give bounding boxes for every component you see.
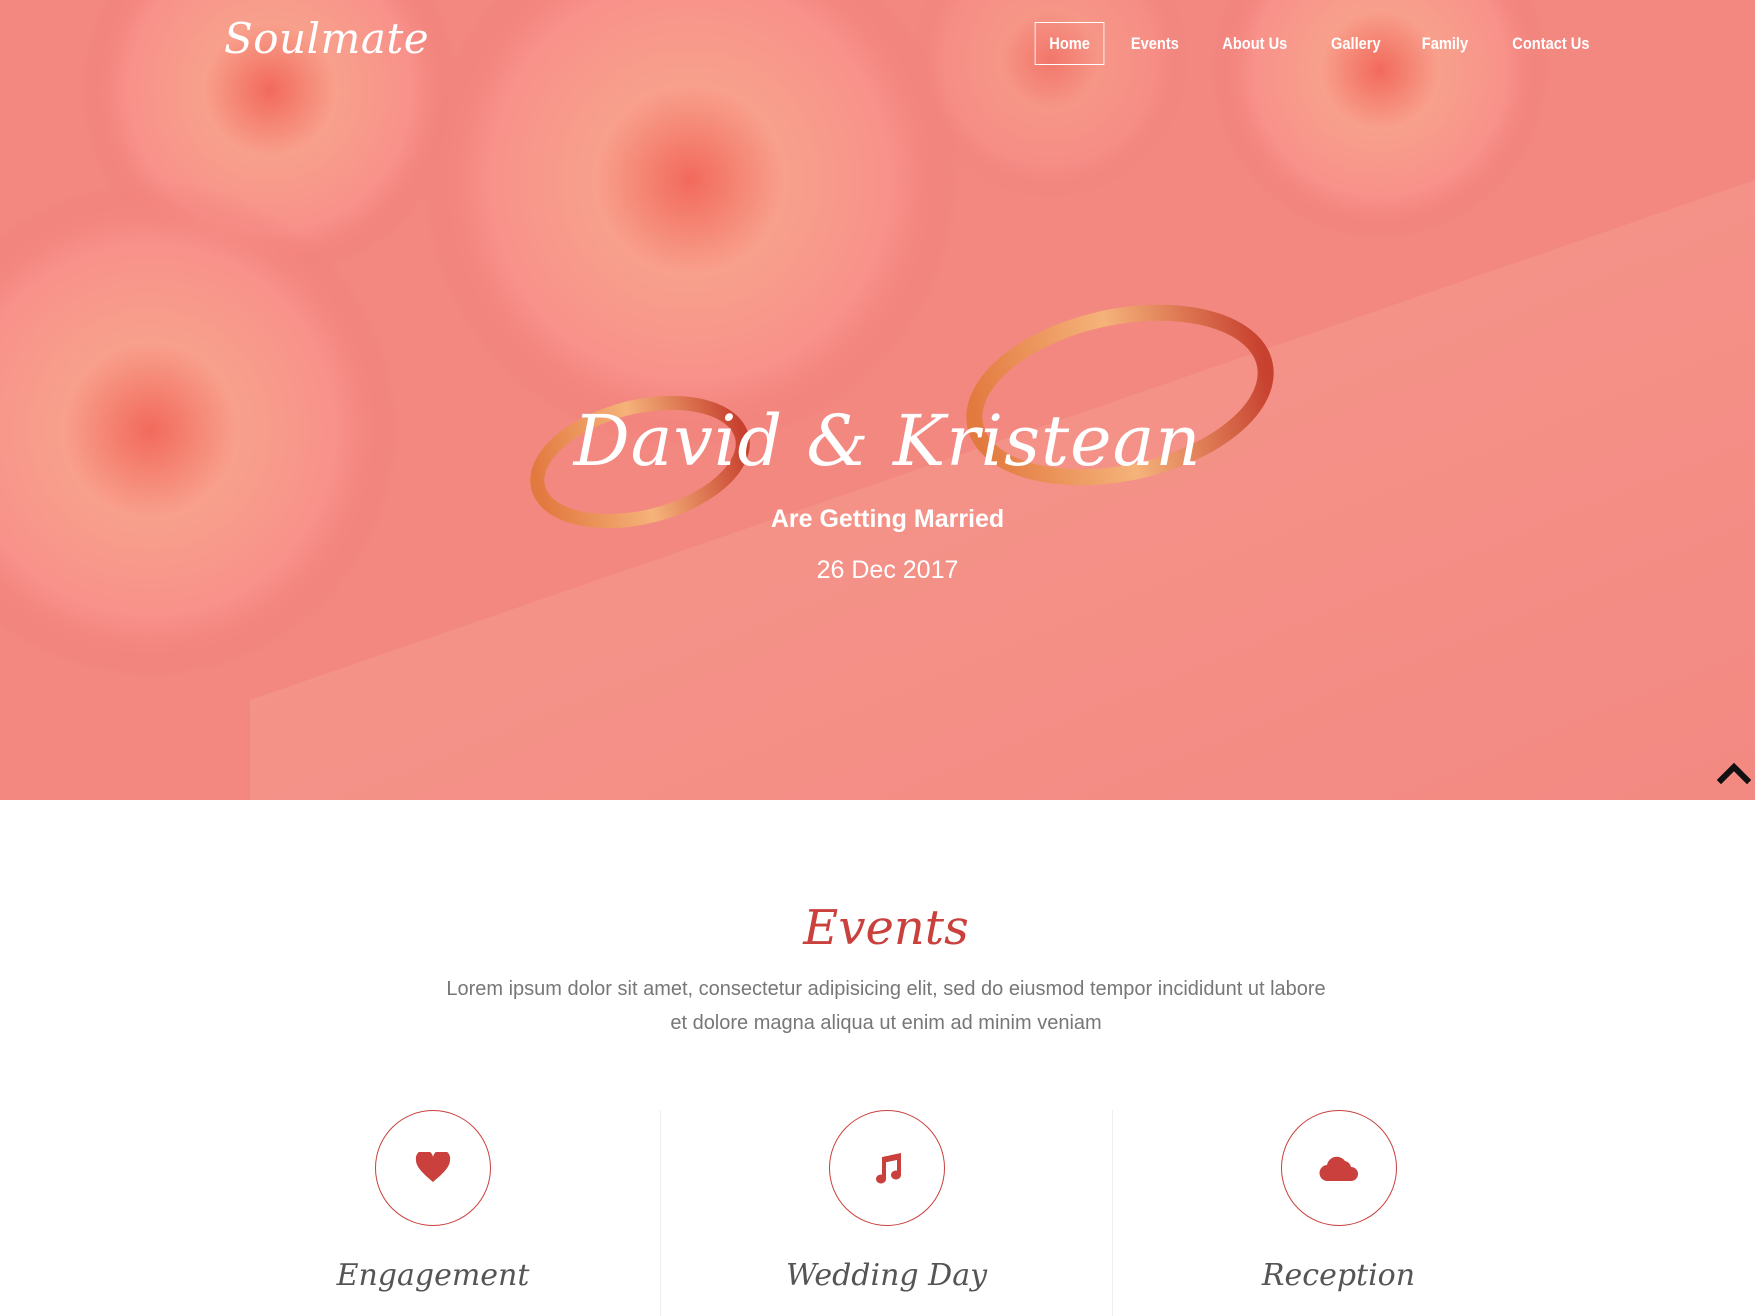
music-note-icon: [876, 1153, 901, 1184]
event-label: Wedding Day: [785, 1258, 988, 1293]
event-card-engagement: Engagement: [207, 1110, 659, 1316]
hero-title: David & Kristean: [573, 400, 1202, 482]
hero-subtitle: Are Getting Married: [770, 505, 1005, 533]
event-label: Engagement: [336, 1258, 530, 1293]
event-card-reception: Reception: [1112, 1110, 1564, 1316]
events-description: Lorem ipsum dolor sit amet, consectetur …: [446, 978, 1326, 1034]
nav-item-home[interactable]: Home: [1034, 22, 1105, 65]
heart-icon: [415, 1152, 451, 1182]
events-title: Events: [803, 900, 969, 956]
scroll-to-top-button[interactable]: [1716, 758, 1752, 786]
nav-item-family[interactable]: Family: [1407, 22, 1483, 65]
site-logo[interactable]: Soulmate: [224, 14, 429, 63]
chevron-up-icon: [1716, 762, 1752, 785]
event-icon-circle[interactable]: [1281, 1110, 1397, 1226]
hero-date: 26 Dec 2017: [816, 556, 959, 584]
nav-item-about-us[interactable]: About Us: [1208, 22, 1302, 65]
cloud-icon: [1319, 1156, 1358, 1182]
nav-item-gallery[interactable]: Gallery: [1316, 22, 1395, 65]
events-section: Events Lorem ipsum dolor sit amet, conse…: [0, 800, 1755, 1316]
nav-item-contact-us[interactable]: Contact Us: [1498, 22, 1604, 65]
event-icon-circle[interactable]: [375, 1110, 491, 1226]
main-menu: Home Events About Us Gallery Family Cont…: [1029, 22, 1613, 65]
top-navigation: Soulmate Home Events About Us Gallery Fa…: [0, 0, 1755, 90]
event-label: Reception: [1261, 1258, 1416, 1293]
nav-item-events[interactable]: Events: [1117, 22, 1194, 65]
event-icon-circle[interactable]: [829, 1110, 945, 1226]
hero-section: Soulmate Home Events About Us Gallery Fa…: [0, 0, 1755, 800]
event-card-wedding-day: Wedding Day: [660, 1110, 1112, 1316]
